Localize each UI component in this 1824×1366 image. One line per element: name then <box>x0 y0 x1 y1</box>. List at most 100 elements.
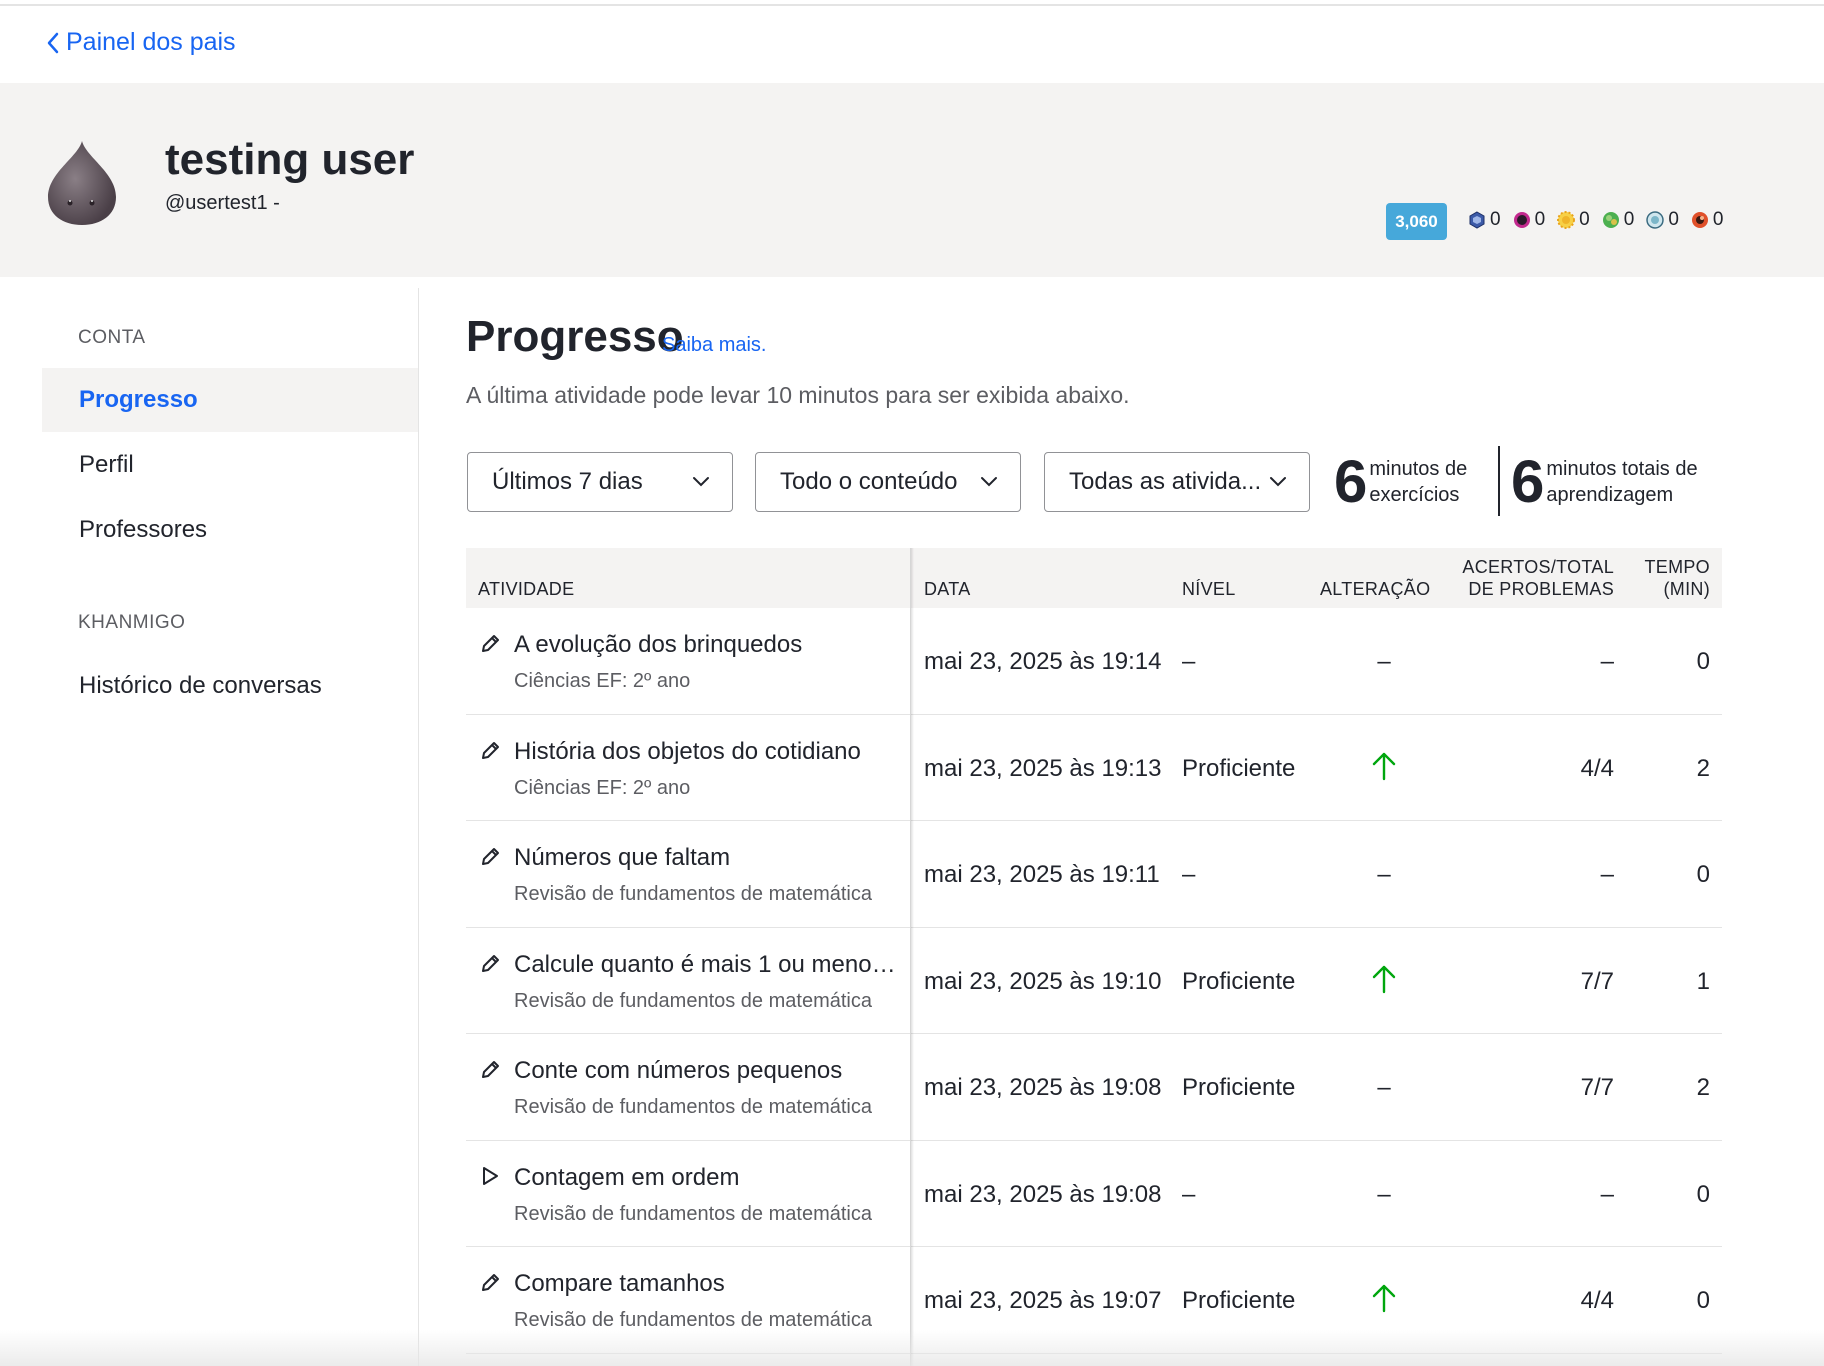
sidebar-item-progress[interactable]: Progresso <box>42 368 418 432</box>
change-cell <box>1354 752 1414 788</box>
back-to-parent-dashboard-link[interactable]: Painel dos pais <box>46 28 236 57</box>
table-body: A evolução dos brinquedos Ciências EF: 2º… <box>466 608 1722 1354</box>
level-cell: – <box>1182 648 1196 675</box>
badge-earth[interactable]: 0 <box>1557 209 1590 231</box>
sidebar-item-teachers[interactable]: Professores <box>42 498 418 562</box>
pencil-icon <box>482 635 499 652</box>
badge-count: 0 <box>1534 209 1546 230</box>
date-cell: mai 23, 2025 às 19:13 <box>924 754 1162 782</box>
arrow-up-icon <box>1372 752 1396 780</box>
score-cell: – <box>1600 1180 1614 1208</box>
table-row[interactable]: Contagem em ordem Revisão de fundamentos … <box>466 1141 1722 1247</box>
sidebar-item-conversation-history[interactable]: Histórico de conversas <box>42 654 418 718</box>
column-header-activity[interactable]: ATIVIDADE <box>478 578 574 600</box>
table-row[interactable]: Calcule quanto é mais 1 ou menos ... Revi… <box>466 928 1722 1034</box>
activity-title-link[interactable]: Compare tamanhos <box>514 1270 725 1298</box>
column-header-time[interactable]: TEMPO (MIN) <box>1644 556 1710 600</box>
level-cell: – <box>1182 1180 1196 1208</box>
play-icon <box>483 1166 498 1185</box>
badge-sun[interactable]: 0 <box>1602 209 1635 231</box>
column-header-date[interactable]: DATA <box>924 578 971 600</box>
score-header-line-2: DE PROBLEMAS <box>1468 579 1614 599</box>
activity-title-link[interactable]: Números que faltam <box>514 844 730 872</box>
arrow-up-icon <box>1372 965 1396 993</box>
exercise-minutes-label: minutos de exercícios <box>1369 456 1467 508</box>
time-cell: 0 <box>1696 1287 1710 1314</box>
activity-filter-dropdown[interactable]: Todas as ativida... <box>1044 452 1310 512</box>
exercise-minutes-stat: 6 minutos de exercícios <box>1334 452 1467 512</box>
sidebar-item-profile[interactable]: Perfil <box>42 433 418 497</box>
chevron-left-icon <box>47 32 59 53</box>
table-row[interactable]: Conte com números pequenos Revisão de fun… <box>466 1034 1722 1141</box>
table-row[interactable]: Números que faltam Revisão de fundamentos… <box>466 821 1722 928</box>
score-cell: – <box>1600 648 1614 675</box>
pencil-icon <box>482 741 499 759</box>
badge-challenge-patch[interactable]: 0 <box>1691 209 1724 231</box>
nav-section-account: CONTA <box>78 327 146 348</box>
total-minutes-stat: 6 minutos totais de aprendizagem <box>1511 452 1698 512</box>
column-header-change[interactable]: ALTERAÇÃO <box>1320 578 1430 600</box>
score-cell: 7/7 <box>1580 1074 1614 1101</box>
activity-title-link[interactable]: História dos objetos do cotidiano <box>514 738 861 766</box>
level-cell: – <box>1182 861 1196 888</box>
time-cell: 1 <box>1696 967 1710 995</box>
table-row[interactable]: A evolução dos brinquedos Ciências EF: 2º… <box>466 608 1722 715</box>
stats-divider <box>1498 446 1500 516</box>
activity-table: ATIVIDADE DATA NÍVEL ALTERAÇÃO ACERTOS/T… <box>466 548 1722 1366</box>
level-cell: Proficiente <box>1182 1074 1296 1101</box>
score-cell: 7/7 <box>1580 967 1614 995</box>
time-header-line-1: TEMPO <box>1644 557 1710 577</box>
score-header-line-1: ACERTOS/TOTAL <box>1462 557 1614 577</box>
profile-header: testing user @usertest1 - 3,060 0 0 0 0 … <box>0 83 1824 277</box>
level-cell: Proficiente <box>1182 1287 1296 1314</box>
score-cell: 4/4 <box>1580 1287 1614 1314</box>
energy-points-badge: 3,060 <box>1386 203 1447 240</box>
challenge-patch-icon <box>1691 212 1708 228</box>
badge-counts[interactable]: 0 0 0 0 0 0 <box>1468 209 1729 231</box>
nav-section-khanmigo: KHANMIGO <box>78 612 186 633</box>
total-minutes-value: 6 <box>1511 448 1545 515</box>
pencil-icon <box>482 848 499 865</box>
black-hole-badge-icon <box>1646 211 1665 229</box>
activity-title-link[interactable]: Calcule quanto é mais 1 ou menos ... <box>514 951 900 979</box>
total-minutes-label: minutos totais de aprendizagem <box>1546 456 1697 508</box>
pencil-icon <box>482 954 499 972</box>
activity-course: Revisão de fundamentos de matemática <box>514 1096 872 1118</box>
content-filter-dropdown[interactable]: Todo o conteúdo <box>755 452 1021 512</box>
score-cell: 4/4 <box>1580 754 1614 782</box>
user-handle: @usertest1 - <box>165 192 280 214</box>
total-label-line-2: aprendizagem <box>1546 484 1674 506</box>
period-filter-dropdown[interactable]: Últimos 7 dias <box>467 452 733 512</box>
arrow-up-icon <box>1372 1284 1396 1313</box>
badge-black-hole[interactable]: 0 <box>1646 209 1679 231</box>
date-cell: mai 23, 2025 às 19:07 <box>924 1287 1162 1314</box>
column-header-score[interactable]: ACERTOS/TOTAL DE PROBLEMAS <box>1462 556 1614 600</box>
activity-title-link[interactable]: A evolução dos brinquedos <box>514 631 802 659</box>
learn-more-link[interactable]: Saiba mais. <box>662 334 767 357</box>
table-row[interactable]: Compare tamanhos Revisão de fundamentos d… <box>466 1247 1722 1354</box>
chevron-down-icon <box>693 477 709 487</box>
level-cell: Proficiente <box>1182 967 1296 995</box>
sidebar-divider <box>418 288 419 1366</box>
badge-moon[interactable]: 0 <box>1513 209 1546 231</box>
activity-title-link[interactable]: Contagem em ordem <box>514 1164 739 1192</box>
badge-count: 0 <box>1623 209 1635 230</box>
badge-meteorite[interactable]: 0 <box>1468 209 1501 231</box>
avatar[interactable] <box>46 139 118 225</box>
date-cell: mai 23, 2025 às 19:11 <box>924 861 1160 888</box>
moon-badge-icon <box>1513 212 1530 228</box>
exercise-label-line-2: exercícios <box>1369 484 1460 506</box>
time-cell: 2 <box>1696 1074 1710 1101</box>
top-border <box>0 4 1824 6</box>
sun-badge-icon <box>1602 212 1619 228</box>
total-label-line-1: minutos totais de <box>1546 458 1698 480</box>
exercise-label-line-1: minutos de <box>1369 458 1468 480</box>
activity-title-link[interactable]: Conte com números pequenos <box>514 1057 842 1085</box>
badge-count: 0 <box>1712 209 1724 230</box>
page-title: Progresso <box>466 312 684 361</box>
column-header-level[interactable]: NÍVEL <box>1182 578 1236 600</box>
level-cell: Proficiente <box>1182 754 1296 782</box>
table-row[interactable]: História dos objetos do cotidiano Ciência… <box>466 715 1722 821</box>
pencil-icon <box>482 1061 499 1078</box>
earth-badge-icon <box>1557 211 1576 229</box>
